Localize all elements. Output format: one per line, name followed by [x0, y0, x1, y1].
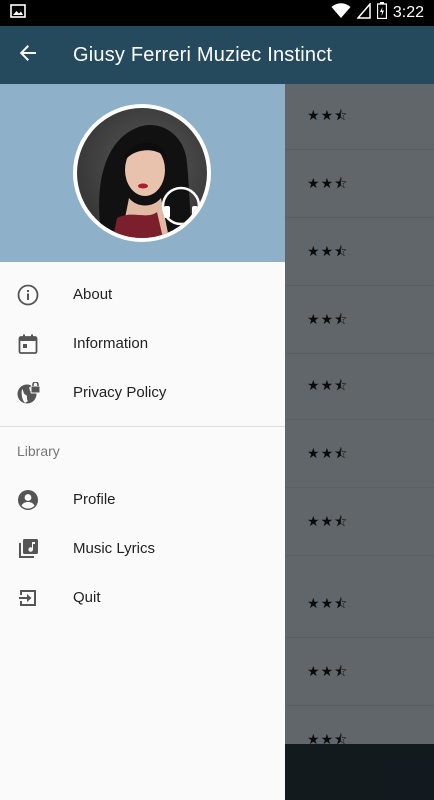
globe-lock-icon — [0, 381, 73, 404]
menu-item-about[interactable]: About — [0, 270, 285, 319]
info-icon — [0, 284, 73, 306]
menu-item-label: Music Lyrics — [73, 540, 155, 557]
menu-item-information[interactable]: Information — [0, 319, 285, 368]
signal-icon — [356, 1, 371, 24]
avatar — [73, 104, 211, 242]
page-title: Giusy Ferreri Muziec Instinct — [73, 43, 333, 66]
battery-icon — [376, 2, 388, 24]
status-time: 3:22 — [392, 4, 424, 21]
image-icon — [10, 3, 26, 23]
menu-item-label: About — [73, 286, 113, 303]
back-button[interactable] — [0, 26, 56, 84]
status-bar: 3:22 — [0, 0, 434, 26]
menu-item-label: Privacy Policy — [73, 384, 167, 401]
calendar-icon — [0, 333, 73, 355]
account-circle-icon — [0, 489, 73, 511]
navigation-drawer: About Information Privacy Policy Library… — [0, 84, 285, 800]
wifi-icon — [331, 2, 351, 24]
menu-item-label: Profile — [73, 491, 116, 508]
menu-item-profile[interactable]: Profile — [0, 475, 285, 524]
profile-photo — [77, 108, 207, 238]
section-label-library: Library — [17, 443, 60, 459]
arrow-back-icon — [19, 44, 37, 66]
app-bar: Giusy Ferreri Muziec Instinct — [0, 26, 434, 84]
music-library-icon — [0, 538, 73, 560]
drawer-header — [0, 84, 285, 262]
exit-icon — [0, 587, 73, 609]
drawer-menu: About Information Privacy Policy Library… — [0, 262, 285, 622]
menu-item-quit[interactable]: Quit — [0, 573, 285, 622]
menu-item-label: Quit — [73, 589, 101, 606]
menu-item-label: Information — [73, 335, 149, 352]
menu-item-privacy-policy[interactable]: Privacy Policy — [0, 368, 285, 417]
menu-item-music-lyrics[interactable]: Music Lyrics — [0, 524, 285, 573]
